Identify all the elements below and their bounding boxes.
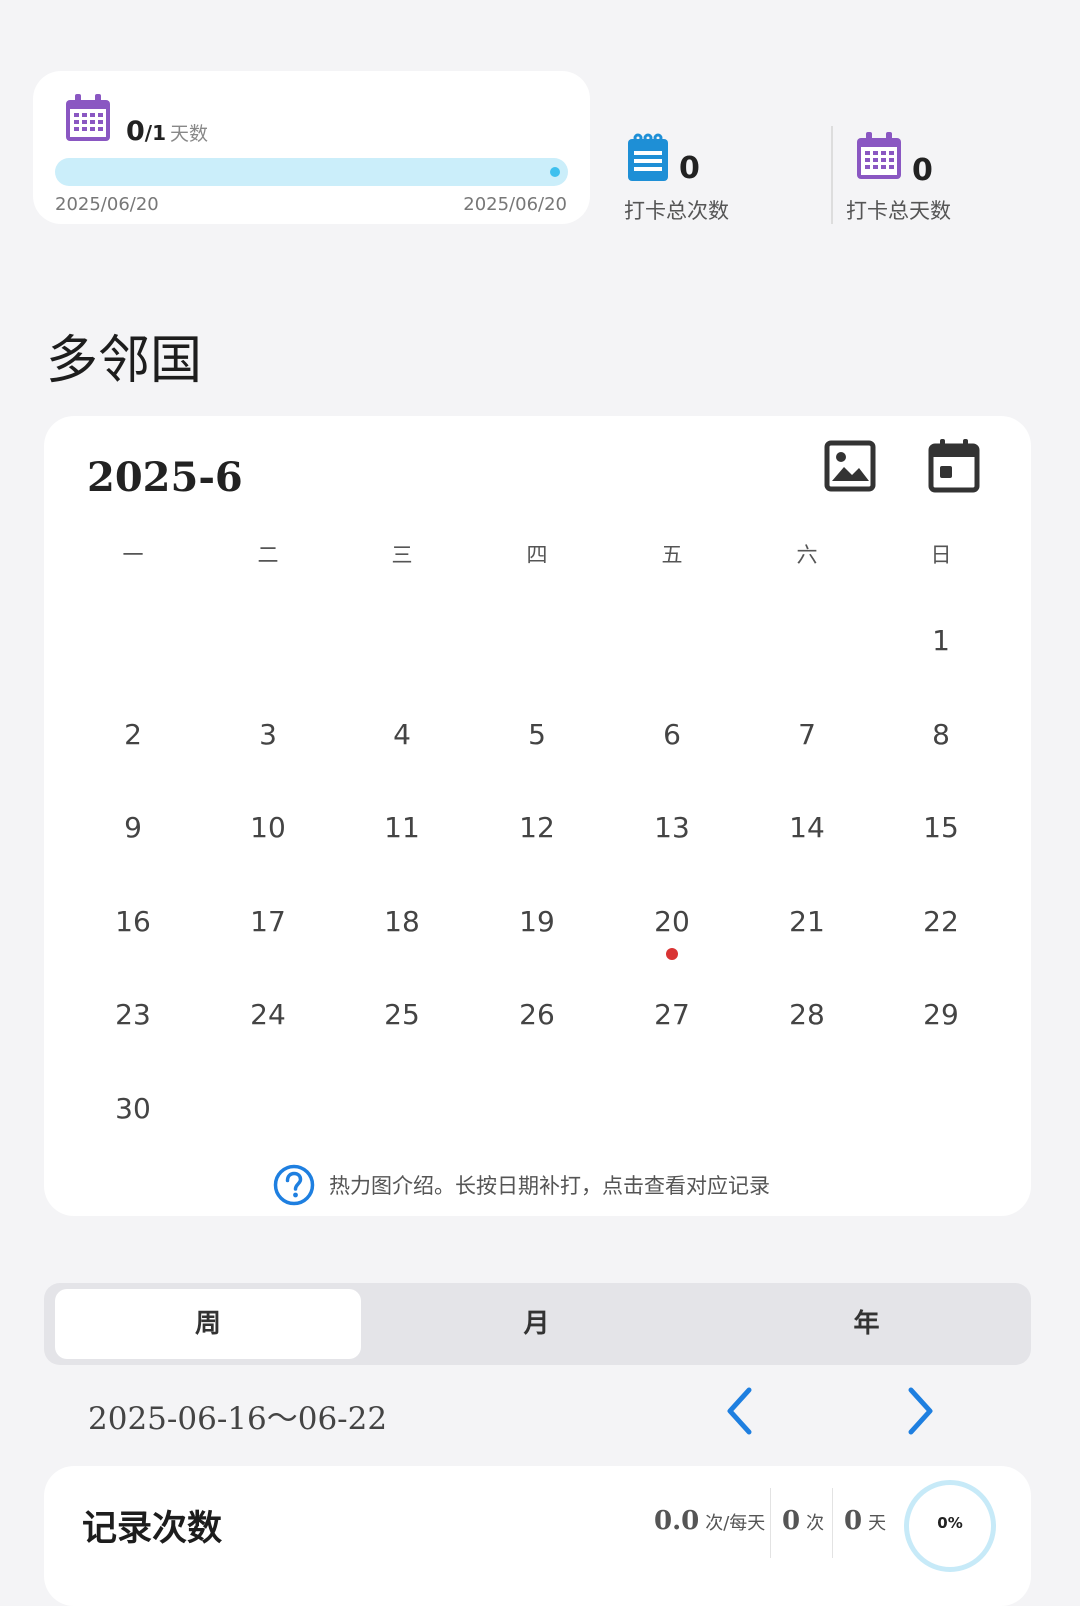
calendar-day[interactable]: 30 bbox=[93, 1092, 173, 1125]
calendar-day[interactable]: 27 bbox=[632, 998, 712, 1031]
progress-value: 0/1 天数 bbox=[126, 116, 208, 147]
calendar-day[interactable]: 7 bbox=[767, 718, 847, 751]
stat-total-checkins[interactable]: 0 打卡总次数 bbox=[624, 133, 814, 228]
hint-text: 热力图介绍。长按日期补打，点击查看对应记录 bbox=[329, 1174, 770, 1198]
calendar-picker-button[interactable] bbox=[928, 438, 980, 498]
calendar-day[interactable]: 10 bbox=[228, 811, 308, 844]
count-unit: 次 bbox=[806, 1513, 825, 1534]
weekday-label: 六 bbox=[796, 543, 818, 567]
calendar-day[interactable]: 3 bbox=[228, 718, 308, 751]
start-date: 2025/06/20 bbox=[55, 194, 159, 215]
tab-week[interactable]: 周 bbox=[55, 1289, 361, 1359]
per-day-value: 0.0 bbox=[654, 1506, 700, 1536]
calendar-day[interactable]: 23 bbox=[93, 998, 173, 1031]
checkin-mark-dot bbox=[666, 947, 678, 960]
days-value: 0 bbox=[844, 1506, 863, 1536]
calendar-day[interactable]: 13 bbox=[632, 811, 712, 844]
next-week-button[interactable] bbox=[902, 1385, 938, 1441]
per-day-unit: 次/每天 bbox=[705, 1513, 766, 1534]
total-checkins-label: 打卡总次数 bbox=[624, 199, 729, 223]
total-days-label: 打卡总天数 bbox=[846, 199, 951, 223]
weekday-label: 三 bbox=[391, 543, 413, 567]
progress-bar bbox=[55, 158, 568, 186]
calendar-day[interactable]: 16 bbox=[93, 905, 173, 938]
weekday-label: 五 bbox=[661, 543, 683, 567]
image-icon bbox=[824, 440, 876, 492]
total-days-value: 0 bbox=[912, 153, 933, 188]
event-calendar-icon bbox=[928, 439, 980, 493]
calendar-icon bbox=[66, 94, 110, 141]
period-segmented-control: 周 月 年 bbox=[44, 1283, 1031, 1365]
weekday-label: 一 bbox=[122, 543, 144, 567]
ring-percent: 0% bbox=[937, 1514, 963, 1532]
progress-unit: 天数 bbox=[170, 123, 209, 145]
calendar-day[interactable]: 21 bbox=[767, 905, 847, 938]
stat-divider bbox=[832, 1488, 833, 1558]
progress-card[interactable]: 0/1 天数 2025/06/20 2025/06/20 bbox=[33, 71, 590, 224]
calendar-day[interactable]: 15 bbox=[901, 811, 981, 844]
month-label: 2025-6 bbox=[87, 454, 243, 501]
progress-total: /1 bbox=[144, 121, 167, 145]
per-day-stat: 0.0 次/每天 bbox=[654, 1506, 765, 1536]
calendar-day[interactable]: 14 bbox=[767, 811, 847, 844]
calendar-day[interactable]: 18 bbox=[362, 905, 442, 938]
progress-bar-indicator bbox=[550, 167, 560, 177]
calendar-day[interactable]: 4 bbox=[362, 718, 442, 751]
calendar-day[interactable]: 26 bbox=[497, 998, 577, 1031]
calendar-day[interactable]: 25 bbox=[362, 998, 442, 1031]
count-value: 0 bbox=[782, 1506, 801, 1536]
total-checkins-value: 0 bbox=[679, 151, 700, 186]
calendar-day[interactable]: 17 bbox=[228, 905, 308, 938]
calendar-day[interactable]: 1 bbox=[901, 624, 981, 657]
stat-total-days[interactable]: 0 打卡总天数 bbox=[846, 131, 1036, 228]
image-button[interactable] bbox=[824, 440, 876, 496]
stat-divider bbox=[831, 126, 833, 224]
end-date: 2025/06/20 bbox=[463, 194, 567, 215]
calendar-icon bbox=[857, 132, 901, 179]
tab-year[interactable]: 年 bbox=[704, 1283, 1029, 1365]
checklist-icon bbox=[628, 133, 668, 181]
calendar-day[interactable]: 19 bbox=[497, 905, 577, 938]
record-title: 记录次数 bbox=[82, 1509, 223, 1549]
stat-divider bbox=[770, 1488, 771, 1558]
chevron-right-icon bbox=[908, 1387, 933, 1435]
days-unit: 天 bbox=[868, 1513, 887, 1534]
calendar-day[interactable]: 11 bbox=[362, 811, 442, 844]
progress-current: 0 bbox=[126, 116, 145, 147]
calendar-day[interactable]: 2 bbox=[93, 718, 173, 751]
help-icon bbox=[273, 1164, 315, 1206]
days-stat: 0天 bbox=[844, 1506, 886, 1536]
weekday-label: 二 bbox=[257, 543, 279, 567]
calendar-day[interactable]: 29 bbox=[901, 998, 981, 1031]
page-title: 多邻国 bbox=[46, 331, 203, 391]
weekday-label: 四 bbox=[526, 543, 548, 567]
heatmap-hint[interactable]: 热力图介绍。长按日期补打，点击查看对应记录 bbox=[273, 1164, 770, 1206]
calendar-day[interactable]: 9 bbox=[93, 811, 173, 844]
week-range: 2025-06-16～06-22 bbox=[88, 1401, 388, 1437]
calendar-day[interactable]: 8 bbox=[901, 718, 981, 751]
calendar-day[interactable]: 5 bbox=[497, 718, 577, 751]
completion-ring: 0% bbox=[904, 1480, 996, 1572]
calendar-day[interactable]: 24 bbox=[228, 998, 308, 1031]
tab-month[interactable]: 月 bbox=[374, 1283, 699, 1365]
chevron-left-icon bbox=[727, 1387, 752, 1435]
record-stats-card: 记录次数 0.0 次/每天 0次 0天 0% bbox=[44, 1466, 1031, 1606]
calendar-day[interactable]: 12 bbox=[497, 811, 577, 844]
weekday-label: 日 bbox=[930, 543, 952, 567]
calendar-day[interactable]: 28 bbox=[767, 998, 847, 1031]
calendar-day[interactable]: 20 bbox=[632, 905, 712, 938]
prev-week-button[interactable] bbox=[722, 1385, 758, 1441]
count-stat: 0次 bbox=[782, 1506, 824, 1536]
calendar-card: 2025-6 一二三四五六日 1 2 3 4 5 6 7 8 9 10 11 12 13 14 15 16 17… bbox=[44, 416, 1031, 1216]
calendar-day[interactable]: 22 bbox=[901, 905, 981, 938]
calendar-day[interactable]: 6 bbox=[632, 718, 712, 751]
